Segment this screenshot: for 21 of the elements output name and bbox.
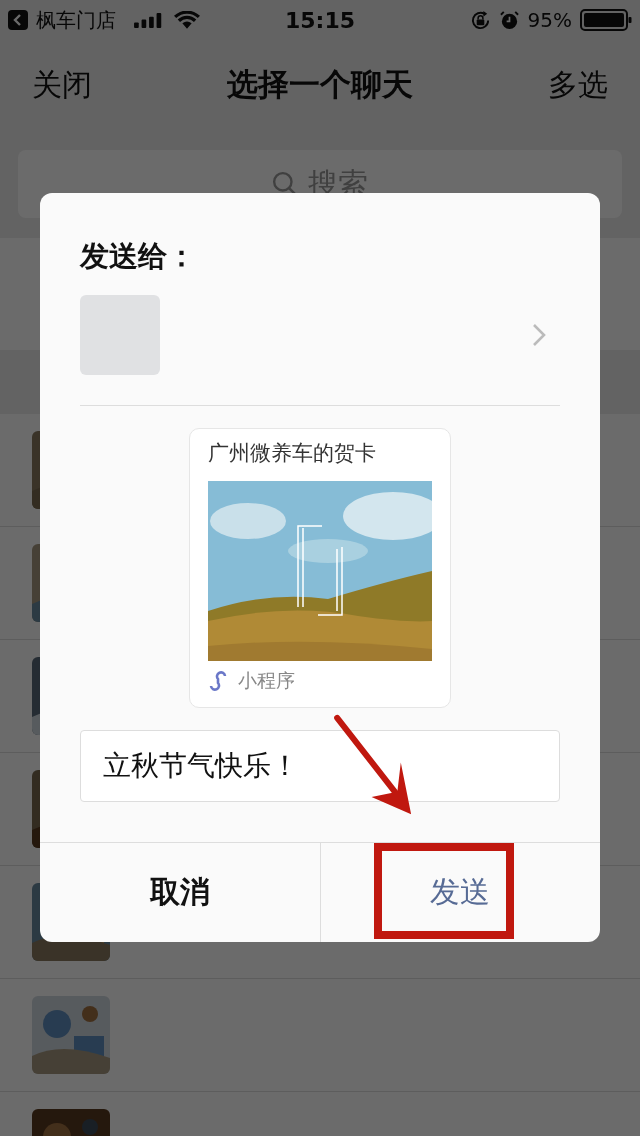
clock-time: 15:15	[285, 7, 355, 33]
wifi-icon	[174, 10, 200, 30]
battery-icon	[580, 9, 632, 31]
card-title: 广州微养车的贺卡	[208, 440, 377, 467]
page-title: 选择一个聊天	[227, 65, 413, 104]
mini-program-card[interactable]: 广州微养车的贺卡 小程序	[189, 428, 451, 708]
card-source-label: 小程序	[238, 668, 295, 693]
rotation-lock-icon	[469, 9, 491, 31]
send-button[interactable]: 发送	[320, 843, 600, 942]
chevron-right-icon	[532, 323, 546, 347]
chat-row[interactable]	[0, 979, 640, 1092]
close-button[interactable]: 关闭	[32, 64, 92, 106]
battery-percent: 95%	[527, 8, 572, 32]
message-field[interactable]: 立秋节气快乐！	[80, 730, 560, 802]
dialog-heading: 发送给：	[78, 238, 197, 275]
alarm-icon	[498, 9, 520, 31]
cancel-button[interactable]: 取消	[40, 843, 321, 942]
multi-select-button[interactable]: 多选	[548, 64, 608, 106]
link-icon	[208, 671, 228, 691]
back-icon[interactable]	[8, 10, 28, 30]
back-app-label[interactable]: 枫车门店	[36, 6, 116, 34]
